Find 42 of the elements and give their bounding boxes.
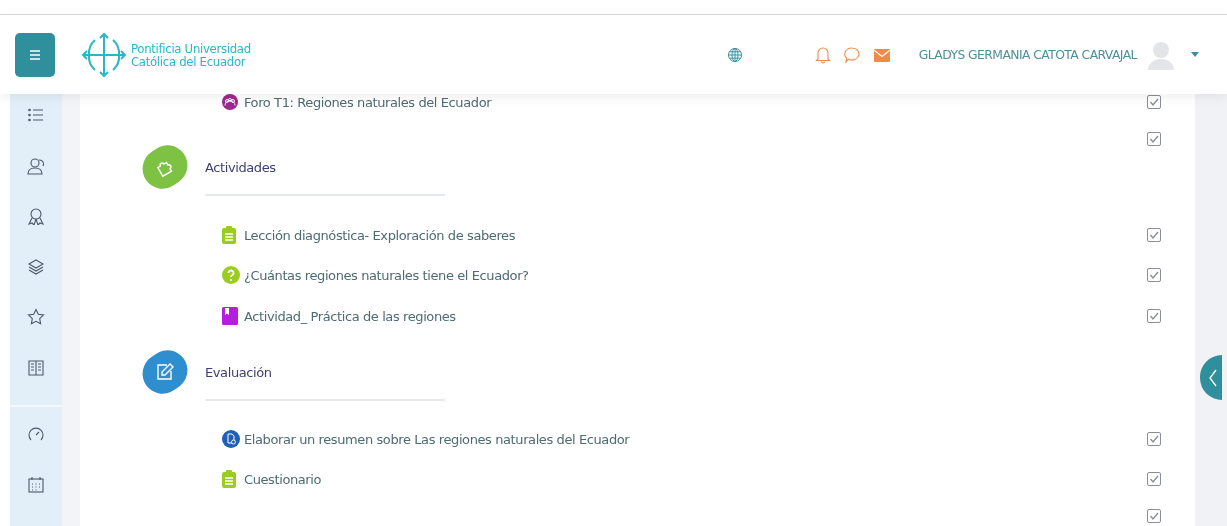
users-icon[interactable] bbox=[27, 156, 45, 175]
completion-checkbox[interactable] bbox=[1147, 132, 1161, 146]
question-icon bbox=[222, 266, 240, 284]
award-icon[interactable] bbox=[27, 207, 45, 225]
completion-checkbox[interactable] bbox=[1147, 472, 1161, 486]
activity-link[interactable]: ¿Cuántas regiones naturales tiene el Ecuador? bbox=[244, 267, 529, 283]
gauge-icon[interactable] bbox=[27, 425, 45, 443]
list-icon[interactable] bbox=[27, 106, 45, 124]
bell-icon[interactable] bbox=[815, 45, 832, 64]
star-icon[interactable] bbox=[27, 308, 45, 326]
clipboard-icon bbox=[222, 226, 236, 244]
activity-link[interactable]: Lección diagnóstica- Exploración de saberes bbox=[244, 227, 516, 243]
activity-link[interactable]: Foro T1: Regiones naturales del Ecuador bbox=[244, 94, 492, 110]
activity-link[interactable]: Actividad_ Práctica de las regiones bbox=[244, 308, 456, 324]
completion-checkbox[interactable] bbox=[1147, 268, 1161, 282]
clipboard-icon bbox=[222, 470, 236, 488]
cross-logo-icon bbox=[81, 31, 127, 78]
chevron-left-icon bbox=[1209, 368, 1217, 387]
menu-button[interactable] bbox=[15, 32, 55, 77]
completion-checkbox[interactable] bbox=[1147, 509, 1161, 523]
bookmark-book-icon bbox=[222, 307, 238, 325]
drawer-toggle-button[interactable] bbox=[1200, 355, 1222, 400]
completion-checkbox[interactable] bbox=[1147, 95, 1161, 109]
globe-icon[interactable] bbox=[727, 46, 744, 63]
caret-icon[interactable] bbox=[1191, 51, 1199, 58]
university-name: Pontificia Universidad Católica del Ecuador bbox=[131, 41, 251, 68]
user-name[interactable]: GLADYS GERMANIA CATOTA CARVAJAL bbox=[919, 47, 1138, 62]
book-icon[interactable] bbox=[27, 358, 45, 377]
activity-link[interactable]: Elaborar un resumen sobre Las regiones naturales del Ecuador bbox=[244, 431, 630, 447]
menu-icon bbox=[28, 47, 42, 62]
section-title: Actividades bbox=[205, 159, 276, 175]
section-title: Evaluación bbox=[205, 364, 272, 380]
activity-link[interactable]: Cuestionario bbox=[244, 471, 322, 487]
chat-bubble-icon[interactable] bbox=[843, 45, 862, 64]
completion-checkbox[interactable] bbox=[1147, 228, 1161, 242]
envelope-icon[interactable] bbox=[873, 46, 892, 63]
calendar-icon[interactable] bbox=[27, 475, 45, 494]
layers-icon[interactable] bbox=[27, 257, 45, 276]
completion-checkbox[interactable] bbox=[1147, 432, 1161, 446]
completion-checkbox[interactable] bbox=[1147, 309, 1161, 323]
edit-icon bbox=[154, 361, 176, 383]
document-icon bbox=[222, 430, 240, 448]
